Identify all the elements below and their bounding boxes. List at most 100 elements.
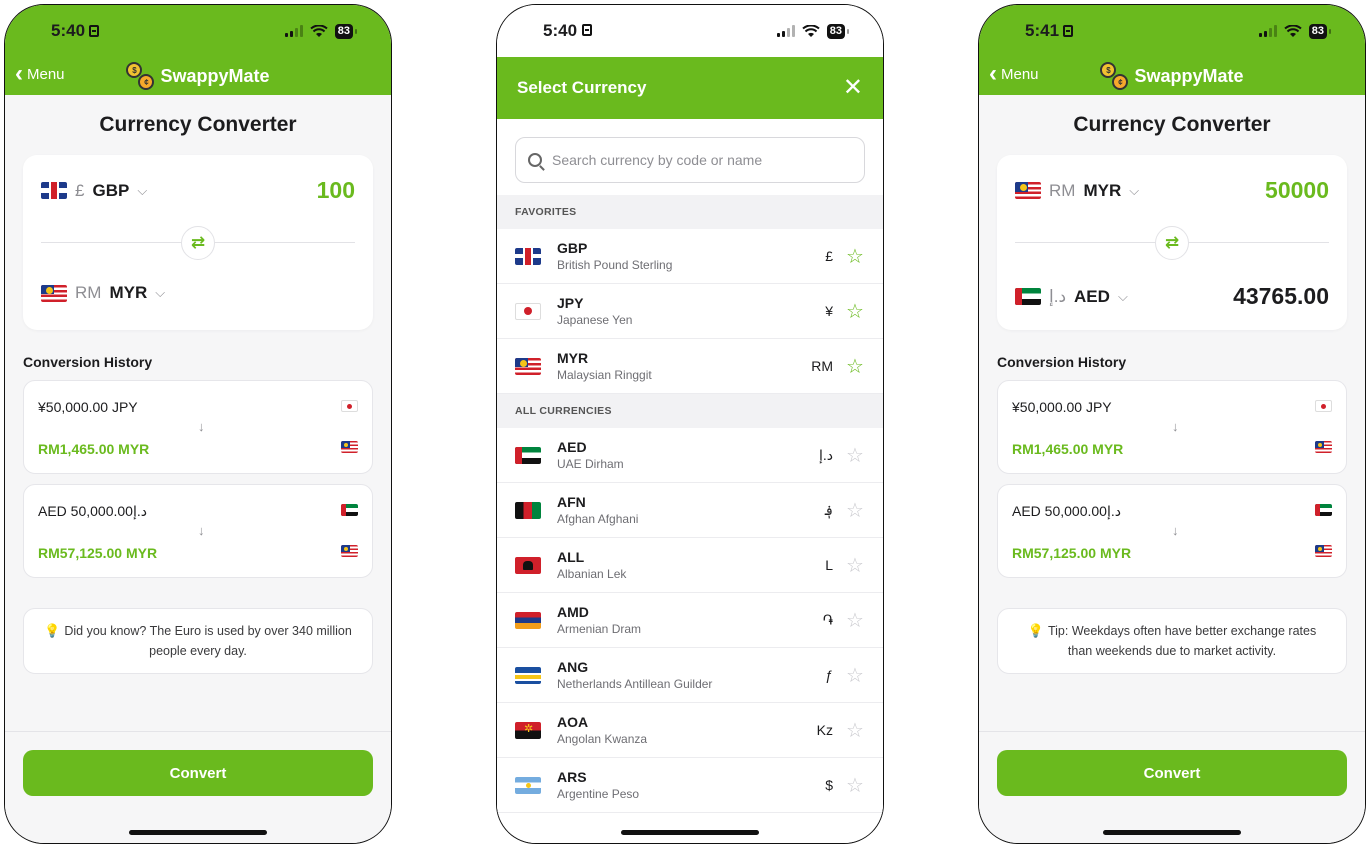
flag-amd-icon [515,611,541,629]
swap-icon: ⇄ [190,233,206,252]
star-filled-icon[interactable]: ☆ [845,299,865,324]
search-placeholder: Search currency by code or name [552,152,763,168]
status-bar: 5:40 83 [497,5,883,57]
currency-item-aed[interactable]: AED UAE Dirham د.إ ☆ [497,428,883,483]
currency-item-afn[interactable]: AFN Afghan Afghani ؋ ☆ [497,483,883,538]
flag-myr-icon [41,284,67,302]
history-to: RM1,465.00 MYR [1012,441,1124,457]
currency-symbol: ¥ [825,303,833,319]
chevron-down-icon: ⌵ [1117,288,1128,304]
flag-jpy-icon [1315,400,1332,412]
currency-symbol: £ [825,248,833,264]
currency-code: ANG [557,659,589,675]
flag-jpy-icon [341,400,358,412]
chevron-left-icon: ‹ [989,60,997,87]
from-amount-input[interactable]: 100 [317,177,355,204]
arrow-down-icon: ↓ [1172,523,1179,538]
modal-title: Select Currency [517,78,647,97]
currency-code: MYR [557,350,589,366]
menu-back-button[interactable]: ‹ Menu [989,60,1039,87]
swap-currencies-button[interactable]: ⇄ [181,226,215,260]
currency-symbol: ƒ [825,667,833,683]
currency-code: JPY [557,295,584,311]
menu-back-button[interactable]: ‹ Menu [15,60,65,87]
currency-name: Japanese Yen [557,313,633,327]
from-currency-selector[interactable]: £ GBP ⌵ [41,181,147,201]
chevron-left-icon: ‹ [15,60,23,87]
currency-name: Malaysian Ringgit [557,368,652,382]
phone-screen-converter-myr: 5:41 83 ‹ Menu $ ¢ SwappyMate Currency Con… [978,4,1366,844]
tip-card: 💡 Did you know? The Euro is used by over … [23,608,373,674]
wifi-icon [802,24,820,37]
star-outline-icon[interactable]: ☆ [845,608,865,633]
currency-item-all[interactable]: ALL Albanian Lek L ☆ [497,538,883,593]
currency-item-myr[interactable]: MYR Malaysian Ringgit RM ☆ [497,339,883,394]
home-indicator [1103,830,1241,835]
from-amount-input[interactable]: 50000 [1265,177,1329,204]
tip-text: Did you know? The Euro is used by over 3… [64,624,352,658]
currency-item-ars[interactable]: ARS Argentine Peso $ ☆ [497,758,883,813]
converter-card: £ GBP ⌵ 100 ⇄ RM MYR ⌵ [23,155,373,330]
star-outline-icon[interactable]: ☆ [845,553,865,578]
currency-item-gbp[interactable]: GBP British Pound Sterling £ ☆ [497,229,883,284]
star-outline-icon[interactable]: ☆ [845,443,865,468]
swappymate-logo-icon: $ ¢ [126,62,155,90]
history-item[interactable]: ¥50,000.00 JPY ↓ RM1,465.00 MYR [997,380,1347,474]
currency-symbol: Kz [816,722,833,738]
history-item[interactable]: AED 50,000.00د.إ ↓ RM57,125.00 MYR [997,484,1347,578]
menu-label: Menu [1001,65,1039,83]
flag-aoa-icon [515,721,541,739]
currency-item-amd[interactable]: AMD Armenian Dram ֏ ☆ [497,593,883,648]
status-time: 5:41 [1025,21,1060,40]
history-item[interactable]: ¥50,000.00 JPY ↓ RM1,465.00 MYR [23,380,373,474]
lightbulb-icon: 💡 [44,623,61,638]
app-name: SwappyMate [1134,65,1244,86]
star-outline-icon[interactable]: ☆ [845,663,865,688]
star-filled-icon[interactable]: ☆ [845,244,865,269]
history-to: RM1,465.00 MYR [38,441,150,457]
star-outline-icon[interactable]: ☆ [845,498,865,523]
status-time: 5:40 [543,21,578,40]
currency-symbol: د.إ [818,446,833,463]
currency-symbol: $ [825,777,833,793]
flag-myr-icon [1315,545,1332,557]
to-currency-code: MYR [109,283,148,302]
flag-myr-icon [1015,182,1041,199]
swappymate-logo-icon: $ ¢ [1100,62,1129,90]
search-input[interactable]: Search currency by code or name [515,137,865,183]
flag-jpy-icon [515,302,541,320]
currency-code: AMD [557,604,589,620]
flag-ars-icon [515,776,541,794]
currency-name: UAE Dirham [557,457,624,471]
flag-myr-icon [1315,441,1332,453]
convert-button[interactable]: Convert [23,750,373,796]
history-item[interactable]: AED 50,000.00د.إ ↓ RM57,125.00 MYR [23,484,373,578]
to-amount-output: 43765.00 [1233,283,1329,309]
flag-aed-icon [1015,288,1041,305]
star-filled-icon[interactable]: ☆ [845,354,865,379]
currency-code: AOA [557,714,589,730]
convert-button[interactable]: Convert [997,750,1347,796]
to-currency-selector[interactable]: د.إ AED ⌵ [1015,287,1128,307]
wifi-icon [1284,24,1302,37]
phone-screen-converter-gbp: 5:40 83 ‹ Menu $ ¢ SwappyMate Currency Con… [4,4,392,844]
footer: Convert [5,731,391,843]
star-outline-icon[interactable]: ☆ [845,773,865,798]
currency-item-ang[interactable]: ANG Netherlands Antillean Guilder ƒ ☆ [497,648,883,703]
flag-myr-icon [341,441,358,453]
status-bar: 5:41 83 [979,5,1365,57]
currency-symbol: ؋ [824,501,833,518]
close-icon[interactable]: ✕ [843,76,863,100]
to-currency-selector[interactable]: RM MYR ⌵ [41,283,165,303]
star-outline-icon[interactable]: ☆ [845,718,865,743]
currency-item-aoa[interactable]: AOA Angolan Kwanza Kz ☆ [497,703,883,758]
currency-item-jpy[interactable]: JPY Japanese Yen ¥ ☆ [497,284,883,339]
currency-name: Albanian Lek [557,567,627,581]
phone-screen-select-currency: 5:40 83 Select Currency ✕ Search currenc… [496,4,884,844]
signal-icon [284,25,303,37]
from-currency-selector[interactable]: RM MYR ⌵ [1015,181,1139,201]
tip-text: Tip: Weekdays often have better exchange… [1047,624,1317,658]
history-from: AED 50,000.00د.إ [1012,503,1121,519]
history-to: RM57,125.00 MYR [1012,545,1132,561]
swap-currencies-button[interactable]: ⇄ [1155,226,1189,260]
